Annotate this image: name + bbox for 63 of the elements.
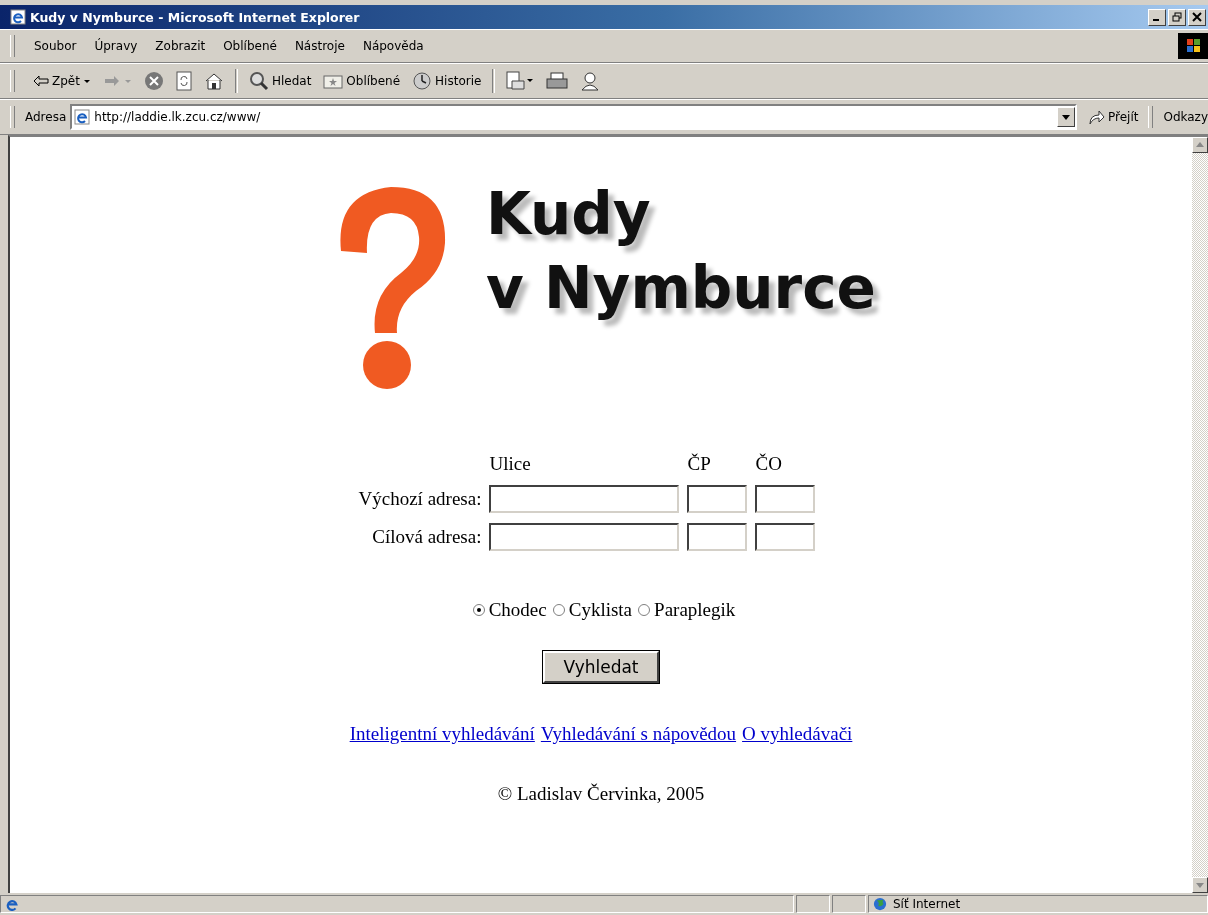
copyright-text: © Ladislav Červinka, 2005 bbox=[497, 783, 705, 805]
restore-button[interactable] bbox=[1168, 8, 1186, 26]
number-field[interactable] bbox=[755, 523, 816, 551]
page-icon bbox=[74, 109, 91, 125]
menu-item[interactable]: Úpravy bbox=[85, 39, 147, 53]
close-button[interactable] bbox=[1188, 8, 1206, 26]
history-button[interactable]: Historie bbox=[408, 69, 486, 93]
forward-arrow-icon bbox=[102, 75, 121, 87]
street-field[interactable] bbox=[489, 523, 680, 551]
globe-icon bbox=[873, 897, 887, 911]
page-link[interactable]: O vyhledávači bbox=[742, 723, 853, 745]
status-panel bbox=[796, 895, 830, 913]
column-label: ČP bbox=[687, 453, 712, 475]
window-title: Kudy v Nymburce - Microsoft Internet Explorer bbox=[30, 9, 361, 25]
minimize-button[interactable] bbox=[1148, 8, 1166, 26]
page-icon bbox=[5, 897, 19, 911]
column-label: Ulice bbox=[489, 453, 532, 475]
number-field[interactable] bbox=[687, 485, 748, 513]
dropdown-button[interactable] bbox=[1057, 107, 1075, 127]
radio-label[interactable]: Chodec bbox=[488, 599, 547, 621]
radio-button[interactable] bbox=[638, 604, 651, 616]
menu-item[interactable]: Nápověda bbox=[353, 39, 433, 53]
caret-icon bbox=[123, 77, 132, 85]
back-arrow-icon bbox=[33, 75, 49, 87]
browser-icon bbox=[10, 9, 26, 25]
menu-item[interactable]: Soubor bbox=[25, 39, 86, 53]
status-panel bbox=[832, 895, 866, 913]
menu-item[interactable]: Nástroje bbox=[285, 39, 354, 53]
radio-label[interactable]: Cyklista bbox=[568, 599, 633, 621]
number-field[interactable] bbox=[755, 485, 816, 513]
star-folder-icon bbox=[323, 73, 344, 89]
restore-icon bbox=[1172, 12, 1182, 22]
close-icon bbox=[1192, 12, 1202, 22]
minimize-icon bbox=[1153, 19, 1159, 21]
address-label: Adresa bbox=[25, 110, 67, 124]
column-label: ČO bbox=[755, 453, 783, 475]
zone-text: Síť Internet bbox=[893, 897, 961, 911]
radio-label[interactable]: Paraplegik bbox=[654, 599, 736, 621]
field-label: Cílová adresa: bbox=[371, 526, 482, 548]
clock-icon bbox=[412, 71, 433, 91]
radio-button[interactable] bbox=[552, 604, 565, 616]
radio-button[interactable] bbox=[472, 604, 485, 616]
links-label[interactable]: Odkazy bbox=[1163, 110, 1208, 124]
logo-text: v Nymburce bbox=[486, 253, 876, 324]
search-button[interactable]: Vyhledat bbox=[543, 651, 659, 683]
page-link[interactable]: Inteligentní vyhledávání bbox=[349, 723, 535, 745]
menu-item[interactable]: Oblíbené bbox=[214, 39, 286, 53]
number-field[interactable] bbox=[687, 523, 748, 551]
caret-icon bbox=[1062, 113, 1070, 121]
caret-icon bbox=[82, 77, 91, 85]
back-button[interactable]: Zpět bbox=[29, 72, 95, 90]
favorites-button[interactable]: Oblíbené bbox=[319, 71, 405, 91]
search-button[interactable]: Hledat bbox=[244, 69, 316, 93]
curved-arrow-icon bbox=[1087, 109, 1105, 125]
page-link[interactable]: Vyhledávání s nápovědou bbox=[540, 723, 737, 745]
menu-item[interactable]: Zobrazit bbox=[146, 39, 215, 53]
search-icon bbox=[248, 71, 269, 91]
logo-text: Kudy bbox=[486, 179, 652, 250]
address-field[interactable]: http://laddie.lk.zcu.cz/www/ bbox=[70, 104, 1077, 130]
street-field[interactable] bbox=[489, 485, 680, 513]
field-label: Výchozí adresa: bbox=[358, 488, 482, 510]
go-button[interactable]: Přejít bbox=[1083, 107, 1143, 127]
windows-logo-icon bbox=[1178, 33, 1208, 59]
